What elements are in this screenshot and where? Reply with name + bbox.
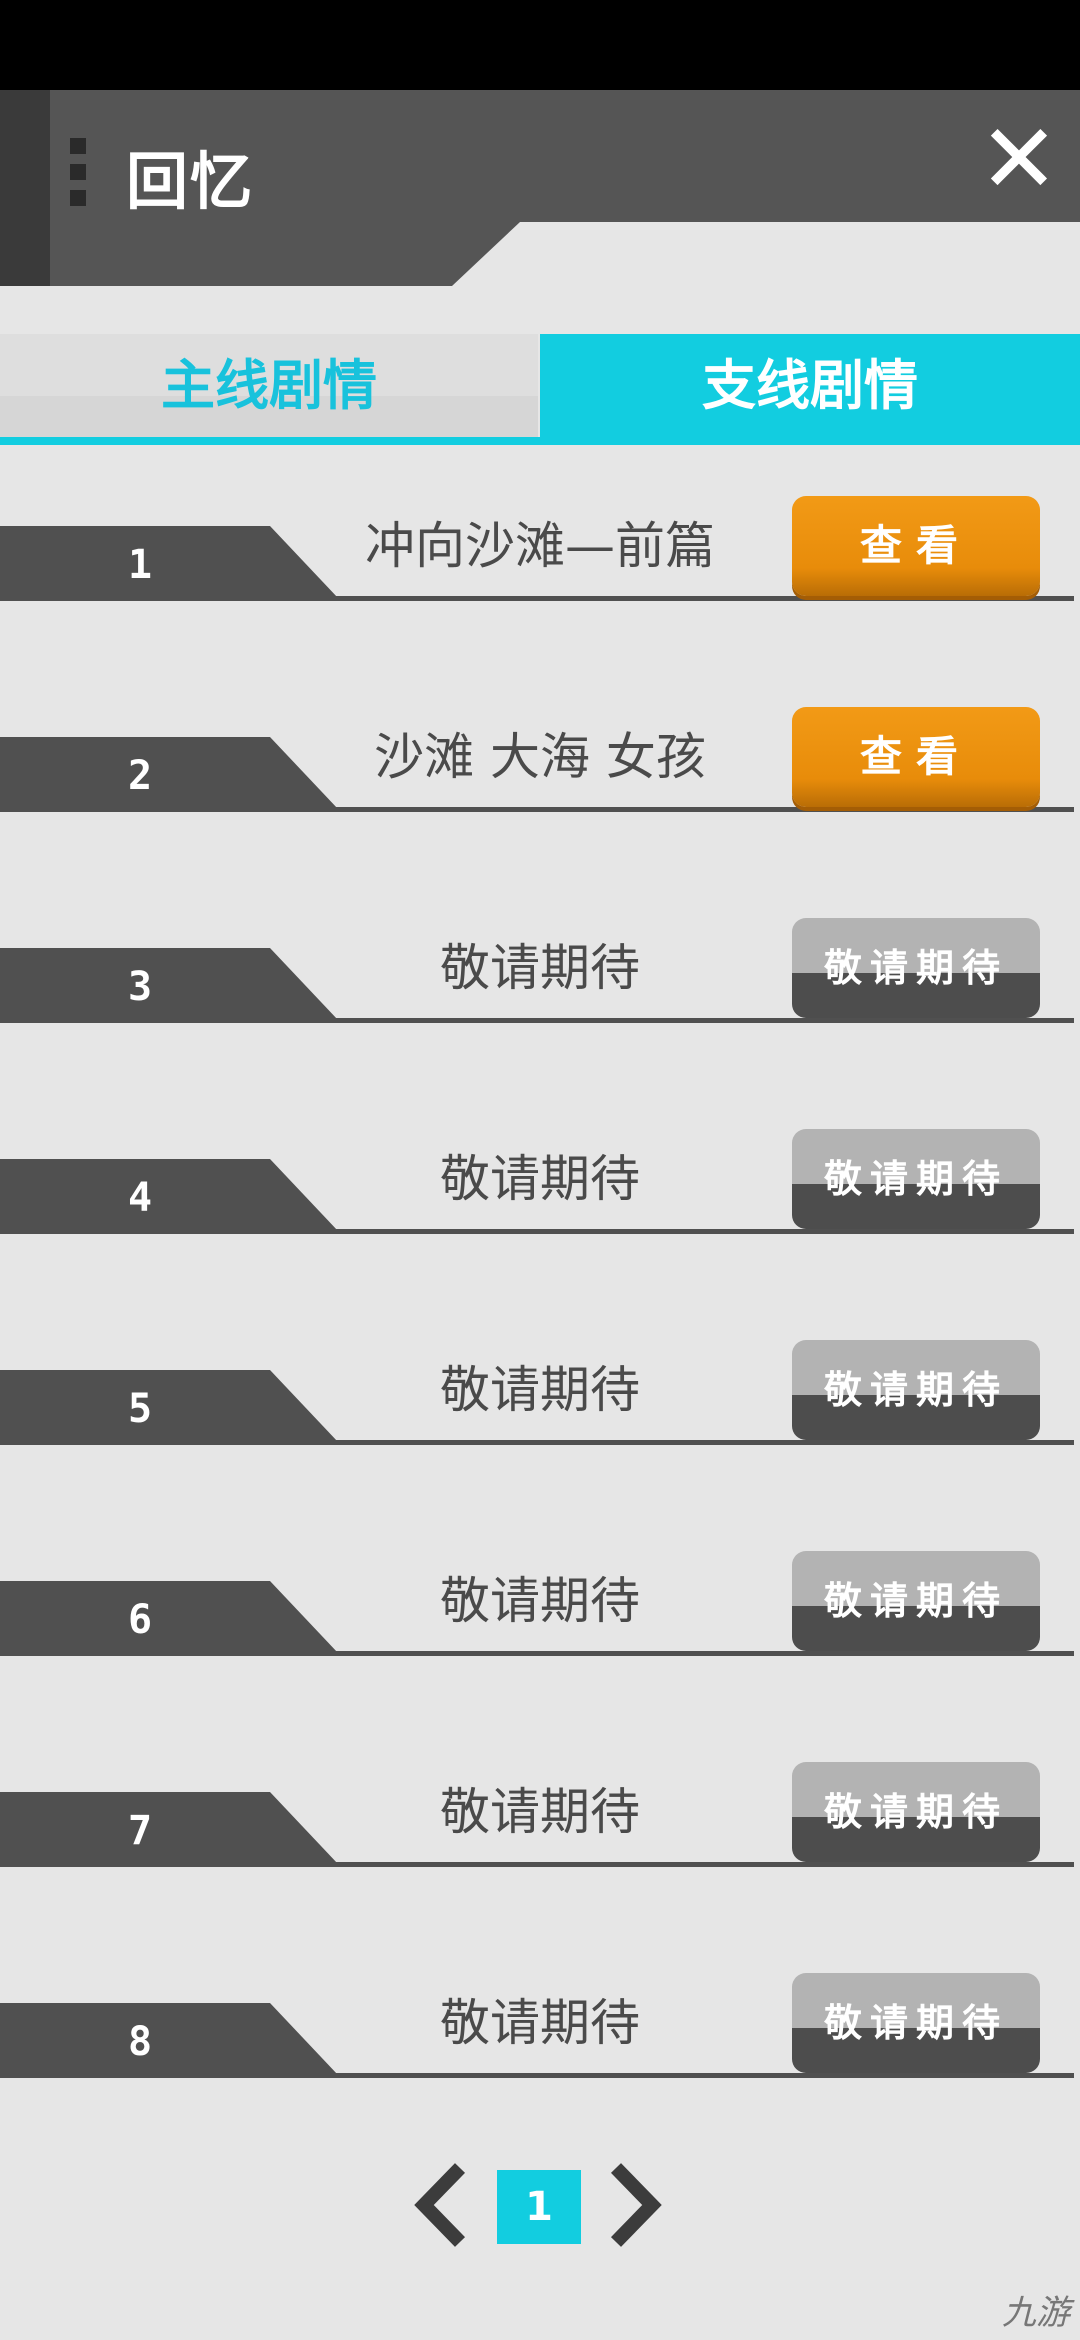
story-row: 2 沙滩 大海 女孩 查看 — [0, 657, 1080, 868]
story-title: 敬请期待 — [440, 1783, 640, 1841]
tab-underline — [0, 437, 1080, 445]
story-title: 冲向沙滩—前篇 — [365, 517, 715, 575]
row-divider — [0, 1018, 1074, 1023]
story-row: 4 敬请期待 敬请期待 — [0, 1079, 1080, 1290]
tab-bar: 主线剧情 支线剧情 — [0, 334, 1080, 440]
story-row: 3 敬请期待 敬请期待 — [0, 868, 1080, 1079]
story-title: 敬请期待 — [440, 1572, 640, 1630]
status-bar — [0, 0, 1080, 90]
row-number: 3 — [128, 964, 153, 1010]
story-row: 1 冲向沙滩—前篇 查看 — [0, 446, 1080, 657]
row-number-badge — [0, 1370, 340, 1444]
story-row: 6 敬请期待 敬请期待 — [0, 1501, 1080, 1712]
tab-main-story[interactable]: 主线剧情 — [0, 334, 538, 438]
coming-soon-button[interactable]: 敬请期待 — [792, 1762, 1040, 1862]
row-divider — [0, 1862, 1074, 1867]
row-number: 5 — [128, 1386, 153, 1432]
close-icon[interactable]: ✕ — [974, 111, 1064, 207]
coming-soon-button[interactable]: 敬请期待 — [792, 1129, 1040, 1229]
coming-soon-button[interactable]: 敬请期待 — [792, 1551, 1040, 1651]
row-number-badge — [0, 1159, 340, 1233]
header: 回忆 ✕ — [0, 90, 1080, 290]
story-row: 8 敬请期待 敬请期待 — [0, 1923, 1080, 2134]
row-number-badge — [0, 948, 340, 1022]
tab-side-story[interactable]: 支线剧情 — [540, 334, 1080, 438]
view-button[interactable]: 查看 — [792, 707, 1040, 807]
story-title: 敬请期待 — [440, 939, 640, 997]
row-number-badge — [0, 737, 340, 811]
row-number: 4 — [128, 1175, 153, 1221]
row-number-badge — [0, 2003, 340, 2077]
story-title: 敬请期待 — [440, 1994, 640, 2052]
row-number-badge — [0, 1792, 340, 1866]
menu-handle-icon — [70, 138, 88, 216]
pagination: 1 — [0, 2140, 1080, 2270]
page-number[interactable]: 1 — [497, 2170, 581, 2244]
row-number-badge — [0, 526, 340, 600]
row-divider — [0, 1229, 1074, 1234]
chevron-right-icon[interactable] — [604, 2160, 664, 2250]
story-title: 敬请期待 — [440, 1150, 640, 1208]
row-number: 7 — [128, 1808, 153, 1854]
row-divider — [0, 807, 1074, 812]
row-number-badge — [0, 1581, 340, 1655]
row-number: 2 — [128, 753, 153, 799]
row-divider — [0, 2073, 1074, 2078]
story-title: 沙滩 大海 女孩 — [374, 728, 706, 786]
row-divider — [0, 1651, 1074, 1656]
story-row: 5 敬请期待 敬请期待 — [0, 1290, 1080, 1501]
row-number: 1 — [128, 542, 153, 588]
view-button[interactable]: 查看 — [792, 496, 1040, 596]
row-number: 8 — [128, 2019, 153, 2065]
chevron-left-icon[interactable] — [412, 2160, 472, 2250]
watermark: 九游 — [1002, 2293, 1070, 2333]
coming-soon-button[interactable]: 敬请期待 — [792, 1340, 1040, 1440]
coming-soon-button[interactable]: 敬请期待 — [792, 918, 1040, 1018]
row-divider — [0, 1440, 1074, 1445]
story-row: 7 敬请期待 敬请期待 — [0, 1712, 1080, 1923]
coming-soon-button[interactable]: 敬请期待 — [792, 1973, 1040, 2073]
row-number: 6 — [128, 1597, 153, 1643]
row-divider — [0, 596, 1074, 601]
story-title: 敬请期待 — [440, 1361, 640, 1419]
page-title: 回忆 — [126, 145, 255, 218]
